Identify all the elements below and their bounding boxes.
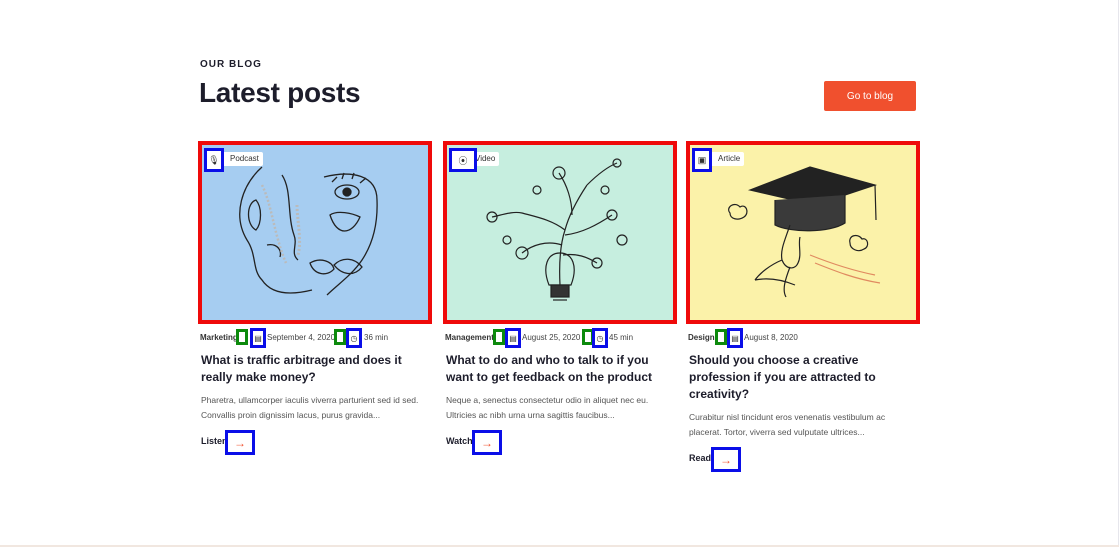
post-date: August 8, 2020 (744, 333, 798, 342)
post-meta: Management ▤ August 25, 2020 ◷ 45 min (443, 328, 677, 348)
post-action[interactable]: Listen → (201, 430, 432, 455)
badge-label: Podcast (230, 154, 259, 163)
post-card[interactable]: Article ▣ Design ▤ August 8, 2020 Should… (686, 141, 920, 472)
post-title[interactable]: Should you choose a creative profession … (689, 352, 920, 403)
post-duration: 45 min (609, 333, 634, 342)
arrow-right-icon[interactable]: → (225, 430, 255, 455)
document-icon[interactable]: ▣ (692, 148, 712, 172)
calendar-icon[interactable]: ▤ (505, 328, 521, 348)
post-date: August 25, 2020 (522, 333, 581, 342)
post-image[interactable]: Article ▣ (686, 141, 920, 324)
separator-marker (334, 329, 346, 345)
calendar-icon[interactable]: ▤ (250, 328, 266, 348)
graduation-cap-illustration (728, 166, 881, 298)
action-label[interactable]: Read (689, 453, 711, 463)
post-category: Management (445, 333, 494, 342)
badge-label: Video (475, 154, 496, 163)
post-meta: Marketing ▤ September 4, 2020 ◷ 36 min (198, 328, 432, 348)
clock-icon[interactable]: ◷ (592, 328, 608, 348)
separator-marker (715, 329, 727, 345)
post-action[interactable]: Read → (689, 447, 920, 472)
post-category: Marketing (200, 333, 238, 342)
section-eyebrow: OUR BLOG (200, 59, 262, 70)
separator-marker (236, 329, 248, 345)
action-label[interactable]: Listen (201, 436, 228, 446)
post-card[interactable]: Video ⦿ Management ▤ August 25, 2020 ◷ 4… (443, 141, 677, 455)
action-label[interactable]: Watch (446, 436, 473, 446)
microphone-icon[interactable]: 🎙 (204, 148, 224, 172)
arrow-right-icon[interactable]: → (711, 447, 741, 472)
post-title[interactable]: What to do and who to talk to if you wan… (446, 352, 677, 386)
separator-marker (493, 329, 505, 345)
page-title: Latest posts (199, 77, 361, 108)
post-action[interactable]: Watch → (446, 430, 677, 455)
badge-label: Article (718, 154, 741, 163)
post-date: September 4, 2020 (267, 333, 336, 342)
post-card[interactable]: Podcast 🎙 Marketing ▤ September 4, 2020 … (198, 141, 432, 455)
arrow-right-icon[interactable]: → (472, 430, 502, 455)
post-excerpt: Neque a, senectus consectetur odio in al… (446, 395, 649, 420)
face-line-art-illustration (239, 166, 378, 296)
post-duration: 36 min (364, 333, 389, 342)
post-image[interactable]: Podcast 🎙 (198, 141, 432, 324)
post-meta: Design ▤ August 8, 2020 (686, 328, 920, 348)
lightbulb-tree-illustration (486, 158, 628, 301)
post-excerpt: Curabitur nisl tincidunt eros venenatis … (689, 412, 886, 437)
go-to-blog-button[interactable]: Go to blog (824, 81, 916, 111)
clock-icon[interactable]: ◷ (346, 328, 362, 348)
post-title[interactable]: What is traffic arbitrage and does it re… (201, 352, 432, 386)
post-image[interactable]: Video ⦿ (443, 141, 677, 324)
post-category: Design (688, 333, 715, 342)
post-excerpt: Pharetra, ullamcorper iaculis viverra pa… (201, 395, 419, 420)
calendar-icon[interactable]: ▤ (727, 328, 743, 348)
play-icon[interactable]: ⦿ (449, 148, 477, 172)
